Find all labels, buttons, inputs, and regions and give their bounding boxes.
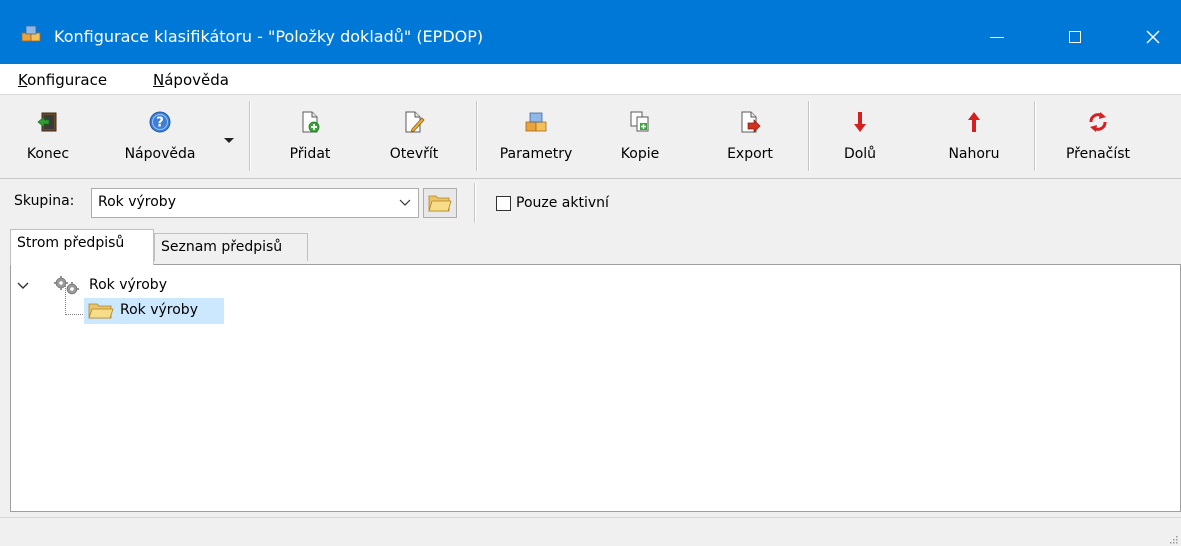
help-dropdown-arrow-icon[interactable] (224, 138, 234, 143)
up-button[interactable]: Nahoru (936, 95, 1012, 177)
app-boxes-icon (21, 25, 41, 42)
group-label: Skupina: (14, 193, 75, 209)
tree-child-label: Rok výroby (120, 302, 198, 318)
active-only-checkbox[interactable] (496, 196, 511, 211)
arrow-up-icon (968, 112, 980, 132)
window: Konfigurace klasifikátoru - "Položky dok… (0, 0, 1181, 546)
parameters-button[interactable]: Parametry (488, 95, 584, 177)
menu-napoveda[interactable]: Nápověda (153, 71, 229, 89)
group-row: Skupina: Rok výroby Pouze aktivní (0, 179, 1181, 229)
export-icon (741, 111, 761, 133)
group-separator (474, 183, 476, 223)
copy-button[interactable]: Kopie (612, 95, 668, 177)
toolbar-separator (249, 101, 251, 171)
chevron-down-icon[interactable] (17, 281, 29, 291)
close-icon (1146, 30, 1160, 44)
copy-icon (630, 111, 649, 132)
tree-view[interactable]: Rok výroby Rok výroby (10, 264, 1181, 512)
reload-icon (1089, 112, 1107, 132)
toolbar-separator (476, 101, 478, 171)
group-select-value: Rok výroby (98, 194, 176, 210)
export-button[interactable]: Export (714, 95, 786, 177)
close-button[interactable] (1128, 16, 1178, 58)
parameters-boxes-icon (525, 112, 547, 132)
maximize-button[interactable] (1050, 16, 1100, 58)
new-document-icon (302, 111, 320, 133)
chevron-down-icon[interactable] (398, 195, 412, 209)
maximize-icon (1069, 31, 1081, 43)
help-button[interactable]: ? Nápověda (112, 95, 208, 177)
add-button[interactable]: Přidat (280, 95, 340, 177)
help-icon: ? (149, 111, 171, 133)
minimize-icon (990, 36, 1004, 38)
folder-icon (88, 303, 114, 319)
group-browse-button[interactable] (423, 188, 457, 218)
edit-document-icon (405, 111, 425, 133)
exit-door-icon (37, 112, 57, 132)
toolbar: Konec ? Nápověda Přidat Otevřít Parametr… (0, 95, 1181, 179)
resize-grip-icon[interactable] (1168, 534, 1178, 544)
window-title: Konfigurace klasifikátoru - "Položky dok… (54, 27, 484, 46)
minimize-button[interactable] (972, 16, 1022, 58)
open-button[interactable]: Otevřít (378, 95, 450, 177)
tree-node-child[interactable]: Rok výroby (84, 298, 224, 324)
active-only-label[interactable]: Pouze aktivní (516, 195, 609, 211)
reload-button[interactable]: Přenačíst (1050, 95, 1146, 177)
down-button[interactable]: Dolů (828, 95, 892, 177)
group-select[interactable]: Rok výroby (91, 188, 419, 218)
menu-bar: Konfigurace Nápověda (0, 64, 1181, 95)
tree-node-root[interactable]: Rok výroby (11, 275, 311, 297)
tree-root-label: Rok výroby (89, 277, 167, 293)
svg-text:?: ? (156, 116, 164, 131)
tab-strom-predpisu[interactable]: Strom předpisů (10, 229, 154, 265)
status-bar (0, 517, 1181, 546)
folder-icon (428, 195, 452, 212)
toolbar-separator (1034, 101, 1036, 171)
arrow-down-icon (854, 112, 866, 132)
exit-button[interactable]: Konec (18, 95, 78, 177)
tab-strip: Strom předpisů Seznam předpisů (0, 229, 1181, 265)
title-bar[interactable]: Konfigurace klasifikátoru - "Položky dok… (0, 0, 1181, 64)
menu-konfigurace[interactable]: Konfigurace (18, 71, 107, 89)
toolbar-separator (808, 101, 810, 171)
tab-seznam-predpisu[interactable]: Seznam předpisů (154, 233, 308, 261)
